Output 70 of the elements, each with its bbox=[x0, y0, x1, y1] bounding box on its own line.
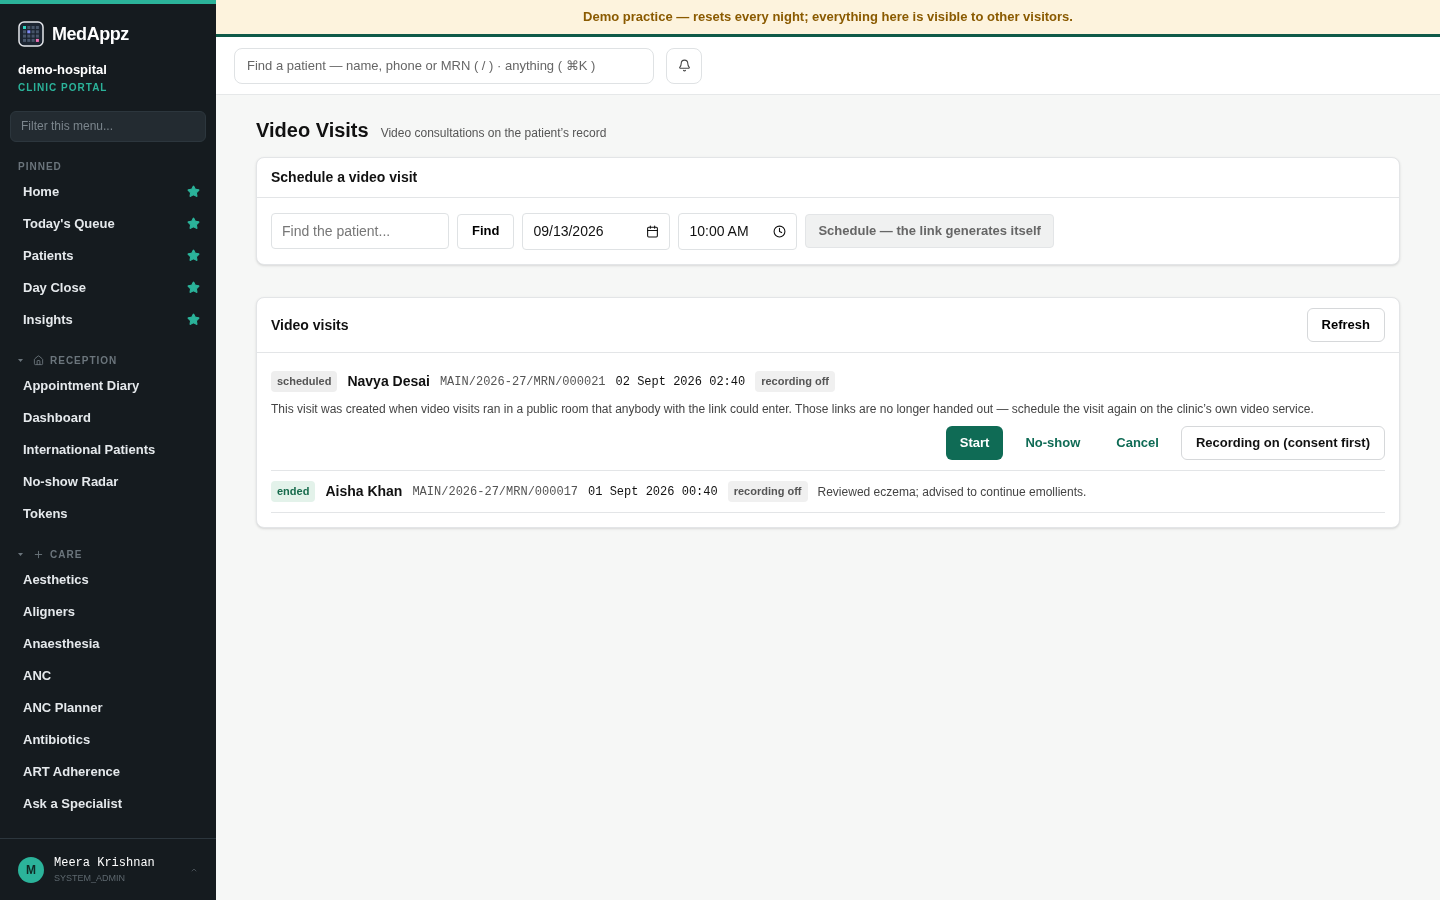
sidebar-item[interactable]: No-show Radar bbox=[0, 465, 216, 498]
star-icon[interactable] bbox=[187, 185, 200, 198]
sidebar-item[interactable]: Antibiotics bbox=[0, 723, 216, 756]
sidebar-item[interactable]: Today's Queue bbox=[0, 207, 216, 240]
star-icon[interactable] bbox=[187, 217, 200, 230]
star-icon[interactable] bbox=[187, 281, 200, 294]
schedule-button[interactable]: Schedule — the link generates itself bbox=[805, 214, 1054, 248]
bell-icon[interactable] bbox=[677, 59, 691, 72]
sidebar-item[interactable]: Tokens bbox=[0, 497, 216, 530]
sidebar-item[interactable]: ANC Planner bbox=[0, 691, 216, 724]
mrn-text: MAIN/2026-27/MRN/000021 bbox=[439, 373, 606, 391]
sidebar-item[interactable]: ANC bbox=[0, 659, 216, 692]
action-button[interactable]: Cancel bbox=[1102, 426, 1173, 460]
visit-time: 01 Sept 2026 00:40 bbox=[588, 483, 718, 501]
section-title: PINNED bbox=[18, 160, 62, 174]
calendar-icon[interactable] bbox=[646, 224, 660, 238]
status-badge: ended bbox=[271, 481, 316, 502]
page-title: Video Visits bbox=[256, 118, 369, 143]
sidebar-item[interactable]: Dashboard bbox=[0, 401, 216, 434]
user-name: Meera Krishnan bbox=[54, 854, 156, 872]
section-icon bbox=[33, 355, 44, 366]
page-subtitle: Video consultations on the patient’s record bbox=[380, 125, 607, 142]
find-button[interactable]: Find bbox=[457, 213, 515, 249]
sidebar-item[interactable]: Aligners bbox=[0, 595, 216, 628]
visit-time: 02 Sept 2026 02:40 bbox=[615, 373, 746, 391]
status-badge: scheduled bbox=[271, 371, 338, 392]
tenant-name: demo-hospital bbox=[18, 61, 108, 79]
time-field[interactable]: 10:00 AM bbox=[678, 212, 798, 250]
visit-summary: Reviewed eczema; advised to continue emollients. bbox=[817, 483, 1087, 501]
sidebar-item[interactable]: Day Close bbox=[0, 271, 216, 304]
date-field[interactable]: 09/13/2026 bbox=[522, 212, 671, 250]
visit-note: This visit was created when video visits ran in a public room that anybody with the link could enter. Those links are no longer handed out — schedule the visit again on the clinic’s own video service. bbox=[271, 401, 1315, 418]
action-button[interactable]: Start bbox=[945, 426, 1004, 460]
notifications-button[interactable] bbox=[666, 47, 702, 84]
star-icon[interactable] bbox=[187, 313, 200, 326]
sidebar-item[interactable]: Appointment Diary bbox=[0, 369, 216, 402]
section-title: RECEPTION bbox=[50, 354, 118, 368]
card-title: Schedule a video visit bbox=[271, 168, 418, 187]
refresh-button[interactable]: Refresh bbox=[1306, 308, 1385, 342]
section-title: CARE bbox=[50, 548, 83, 562]
user-avatar: M bbox=[18, 856, 44, 883]
caret-icon[interactable] bbox=[18, 552, 23, 557]
sidebar-item[interactable]: Insights bbox=[0, 303, 216, 336]
caret-icon[interactable] bbox=[18, 358, 23, 363]
section-icon bbox=[33, 549, 44, 560]
patient-search-field[interactable]: Find a patient — name, phone or MRN ( / ) · anything ( ⌘K ) bbox=[234, 47, 654, 84]
sidebar-item[interactable]: Aesthetics bbox=[0, 563, 216, 596]
menu-filter-field[interactable]: Filter this menu... bbox=[10, 110, 206, 142]
sidebar-item[interactable]: International Patients bbox=[0, 433, 216, 466]
app-name: MedAppz bbox=[52, 23, 129, 46]
sidebar-item[interactable]: ART Adherence bbox=[0, 755, 216, 788]
sidebar-item[interactable]: Anaesthesia bbox=[0, 627, 216, 660]
sidebar-item[interactable]: Home bbox=[0, 175, 216, 208]
user-role: SYSTEM_ADMIN bbox=[54, 871, 126, 885]
card-title: Video visits bbox=[271, 315, 349, 335]
clock-icon[interactable] bbox=[773, 224, 787, 238]
action-button[interactable]: No-show bbox=[1011, 426, 1095, 460]
demo-banner: Demo practice — resets every night; everything here is visible to other visitors. bbox=[216, 0, 1440, 37]
action-button[interactable]: Recording on (consent first) bbox=[1180, 426, 1385, 460]
patient-name[interactable]: Navya Desai bbox=[347, 371, 430, 392]
patient-field[interactable]: Find the patient... bbox=[271, 213, 449, 249]
portal-label: CLINIC PORTAL bbox=[18, 80, 109, 95]
logo-icon bbox=[18, 21, 44, 47]
recording-badge: recording off bbox=[755, 371, 836, 392]
mrn-text: MAIN/2026-27/MRN/000017 bbox=[412, 483, 579, 501]
star-icon[interactable] bbox=[187, 249, 200, 262]
sidebar-item[interactable]: Patients bbox=[0, 239, 216, 272]
recording-badge: recording off bbox=[727, 481, 808, 502]
patient-name[interactable]: Aisha Khan bbox=[325, 481, 403, 502]
sidebar-item[interactable]: Ask a Specialist bbox=[0, 787, 216, 820]
